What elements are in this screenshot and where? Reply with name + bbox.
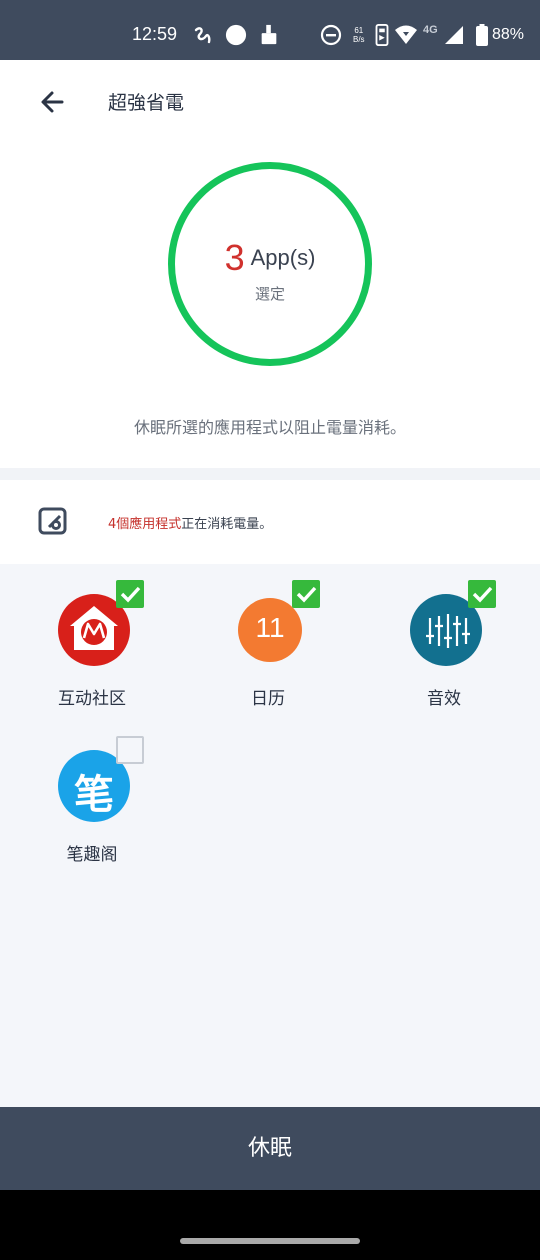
app-name: 日历 (251, 689, 285, 709)
cellular-signal-icon (445, 26, 463, 44)
selected-count-line: 3 App(s) (175, 237, 365, 279)
selected-count-unit: App(s) (250, 245, 316, 270)
checkmark-icon (472, 586, 493, 603)
battery-icon (476, 24, 488, 46)
battery-drain-text: 4個應用程式正在消耗電量。 (108, 513, 272, 532)
navigation-bar (0, 1190, 540, 1260)
app-checkbox-biquge[interactable] (116, 736, 144, 764)
app-checkbox-calendar[interactable] (292, 580, 320, 608)
selected-count: 3 (224, 237, 245, 278)
network-speed-unit: B/s (353, 35, 365, 44)
app-item-sound-effects[interactable]: 音效 (374, 564, 514, 709)
vibrate-icon (375, 24, 389, 46)
draining-apps-count: 4個應用程式 (108, 517, 182, 532)
summary-panel: 超強省電 3 App(s) 選定 休眠所選的應用程式以阻止電量消耗。 (0, 60, 540, 468)
page-title: 超強省電 (108, 92, 185, 114)
home-gesture-handle[interactable] (180, 1238, 360, 1244)
circle-notification-icon (225, 24, 247, 46)
network-speed: 61 B/s (353, 26, 365, 44)
back-button[interactable] (36, 86, 72, 118)
app-item-biquge[interactable]: 笔 笔趣阁 (22, 720, 162, 865)
status-bar: 12:59 61 B/s 4G 88% (0, 0, 540, 60)
squiggle-notification-icon (194, 27, 211, 44)
checkmark-icon (120, 586, 141, 603)
do-not-disturb-icon (320, 24, 342, 46)
battery-drain-icon (38, 507, 67, 535)
biquge-icon-glyph: 笔 (74, 772, 114, 818)
app-name: 互动社区 (58, 689, 126, 709)
battery-percent: 88% (491, 26, 524, 43)
status-time: 12:59 (132, 24, 178, 44)
draining-message: 正在消耗電量。 (181, 517, 273, 532)
description-text: 休眠所選的應用程式以阻止電量消耗。 (133, 418, 406, 437)
wifi-icon (395, 25, 417, 44)
calendar-icon-date: 11 (255, 612, 285, 643)
selected-count-ring: 3 App(s) 選定 (168, 162, 372, 366)
section-divider (0, 468, 540, 480)
app-item-community[interactable]: 互动社区 (22, 564, 162, 709)
app-name: 音效 (427, 689, 461, 709)
checkmark-icon (296, 586, 317, 603)
app-grid: 互动社区 11 日历 音效 笔 笔趣阁 (0, 564, 540, 1107)
arrow-left-icon (41, 91, 64, 113)
app-checkbox-sound-effects[interactable] (468, 580, 496, 608)
sleep-button[interactable]: 休眠 (0, 1107, 540, 1190)
network-type: 4G (423, 24, 438, 36)
selected-label: 選定 (254, 285, 285, 303)
battery-drain-info: 4個應用程式正在消耗電量。 (0, 480, 540, 564)
app-name: 笔趣阁 (66, 845, 118, 865)
network-speed-value: 61 (354, 26, 364, 35)
app-item-calendar[interactable]: 11 日历 (198, 564, 338, 709)
brush-notification-icon (261, 24, 277, 45)
app-checkbox-community[interactable] (116, 580, 144, 608)
